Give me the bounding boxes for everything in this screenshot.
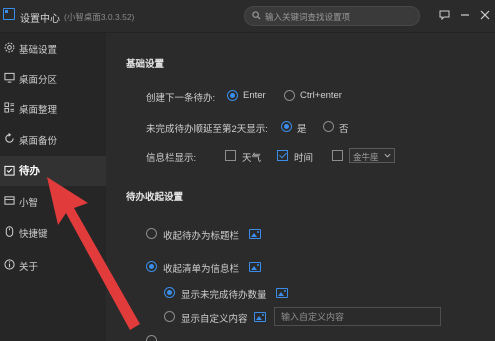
grid-icon — [4, 102, 15, 113]
sidebar-item-todo[interactable]: 待办 — [0, 156, 106, 186]
sidebar-item-label: 桌面备份 — [19, 136, 58, 147]
option-yes-label: 是 — [297, 124, 307, 135]
zodiac-select-value: 金牛座 — [353, 152, 379, 162]
sidebar-item-label: 快捷键 — [19, 229, 48, 240]
sidebar-item-basic-settings[interactable]: 基础设置 — [0, 34, 106, 62]
image-preview-icon[interactable] — [249, 229, 261, 239]
sidebar-item-shortcuts[interactable]: 快捷键 — [0, 218, 106, 246]
mouse-icon — [5, 226, 14, 237]
radio-show-pending-count[interactable] — [164, 287, 175, 298]
checkbox-zodiac[interactable] — [332, 150, 343, 161]
infobar-label: 信息栏显示: — [146, 153, 197, 164]
feedback-button[interactable] — [437, 8, 451, 22]
sidebar-item-xiaozhi[interactable]: 小智 — [0, 187, 106, 215]
monitor-icon — [4, 72, 15, 83]
search-icon — [252, 11, 261, 20]
info-icon — [4, 259, 15, 270]
radio-show-custom-content[interactable] — [164, 311, 175, 322]
message-icon — [439, 10, 449, 20]
next-todo-label: 创建下一条待办: — [146, 93, 216, 104]
custom-content-input[interactable] — [275, 308, 440, 325]
carryover-label: 未完成待办顺延至第2天显示: — [146, 124, 268, 135]
box-icon — [4, 196, 15, 205]
option-enter-label: Enter — [243, 90, 266, 101]
option-collapse-title-bar-label: 收起待办为标题栏 — [163, 231, 240, 242]
radio-carryover-no[interactable] — [323, 121, 334, 132]
close-button[interactable] — [478, 8, 492, 22]
sidebar-item-desktop-organize[interactable]: 桌面整理 — [0, 94, 106, 122]
section-title-collapse: 待办收起设置 — [126, 192, 184, 203]
radio-carryover-yes[interactable] — [281, 121, 292, 132]
section-title-basic: 基础设置 — [126, 59, 165, 70]
option-show-pending-count-label: 显示未完成待办数量 — [181, 290, 267, 301]
zodiac-select[interactable]: 金牛座 — [349, 148, 395, 163]
backup-icon — [5, 133, 14, 143]
chevron-down-icon — [384, 153, 391, 158]
option-time-label: 时间 — [294, 153, 314, 164]
radio-collapse-title-bar[interactable] — [146, 228, 157, 239]
sidebar: 基础设置 桌面分区 桌面整理 桌面备份 待办 小智 快捷键 关于 — [0, 33, 106, 341]
search-box[interactable] — [244, 6, 420, 26]
gear-icon — [4, 42, 15, 53]
app-logo-icon — [3, 8, 15, 20]
radio-enter[interactable] — [227, 90, 238, 101]
sidebar-item-label: 小智 — [19, 198, 39, 209]
option-weather-label: 天气 — [242, 153, 262, 164]
option-no-label: 否 — [339, 124, 349, 135]
settings-content: 基础设置 创建下一条待办: Enter Ctrl+enter 未完成待办顺延至第… — [106, 33, 495, 341]
todo-icon — [4, 165, 15, 176]
search-input[interactable] — [265, 9, 415, 24]
close-icon — [480, 10, 490, 20]
sidebar-item-label: 待办 — [19, 165, 40, 177]
title-bar: 设置中心 (小智桌面3.0.3.52) — [0, 0, 495, 33]
app-title: 设置中心 — [20, 14, 60, 25]
sidebar-item-about[interactable]: 关于 — [0, 251, 106, 279]
sidebar-item-label: 桌面整理 — [19, 105, 58, 116]
minimize-button[interactable] — [458, 8, 472, 22]
image-preview-icon[interactable] — [276, 288, 288, 298]
radio-ctrl-enter[interactable] — [284, 90, 295, 101]
sidebar-item-label: 基础设置 — [19, 45, 58, 56]
sidebar-item-label: 桌面分区 — [19, 75, 58, 86]
image-preview-icon[interactable] — [249, 262, 261, 272]
sidebar-item-desktop-partition[interactable]: 桌面分区 — [0, 64, 106, 92]
option-show-custom-content-label: 显示自定义内容 — [181, 314, 248, 325]
image-preview-icon[interactable] — [254, 312, 266, 322]
checkbox-weather[interactable] — [225, 150, 236, 161]
sidebar-item-label: 关于 — [19, 262, 39, 273]
option-collapse-info-bar-label: 收起清单为信息栏 — [163, 264, 240, 275]
option-ctrl-enter-label: Ctrl+enter — [300, 90, 342, 101]
radio-next-option[interactable] — [146, 335, 157, 341]
custom-content-field[interactable] — [274, 307, 441, 326]
app-version: (小智桌面3.0.3.52) — [64, 12, 135, 22]
sidebar-item-desktop-backup[interactable]: 桌面备份 — [0, 125, 106, 153]
minimize-icon — [461, 14, 469, 16]
checkbox-time[interactable] — [277, 150, 288, 161]
radio-collapse-info-bar[interactable] — [146, 261, 157, 272]
